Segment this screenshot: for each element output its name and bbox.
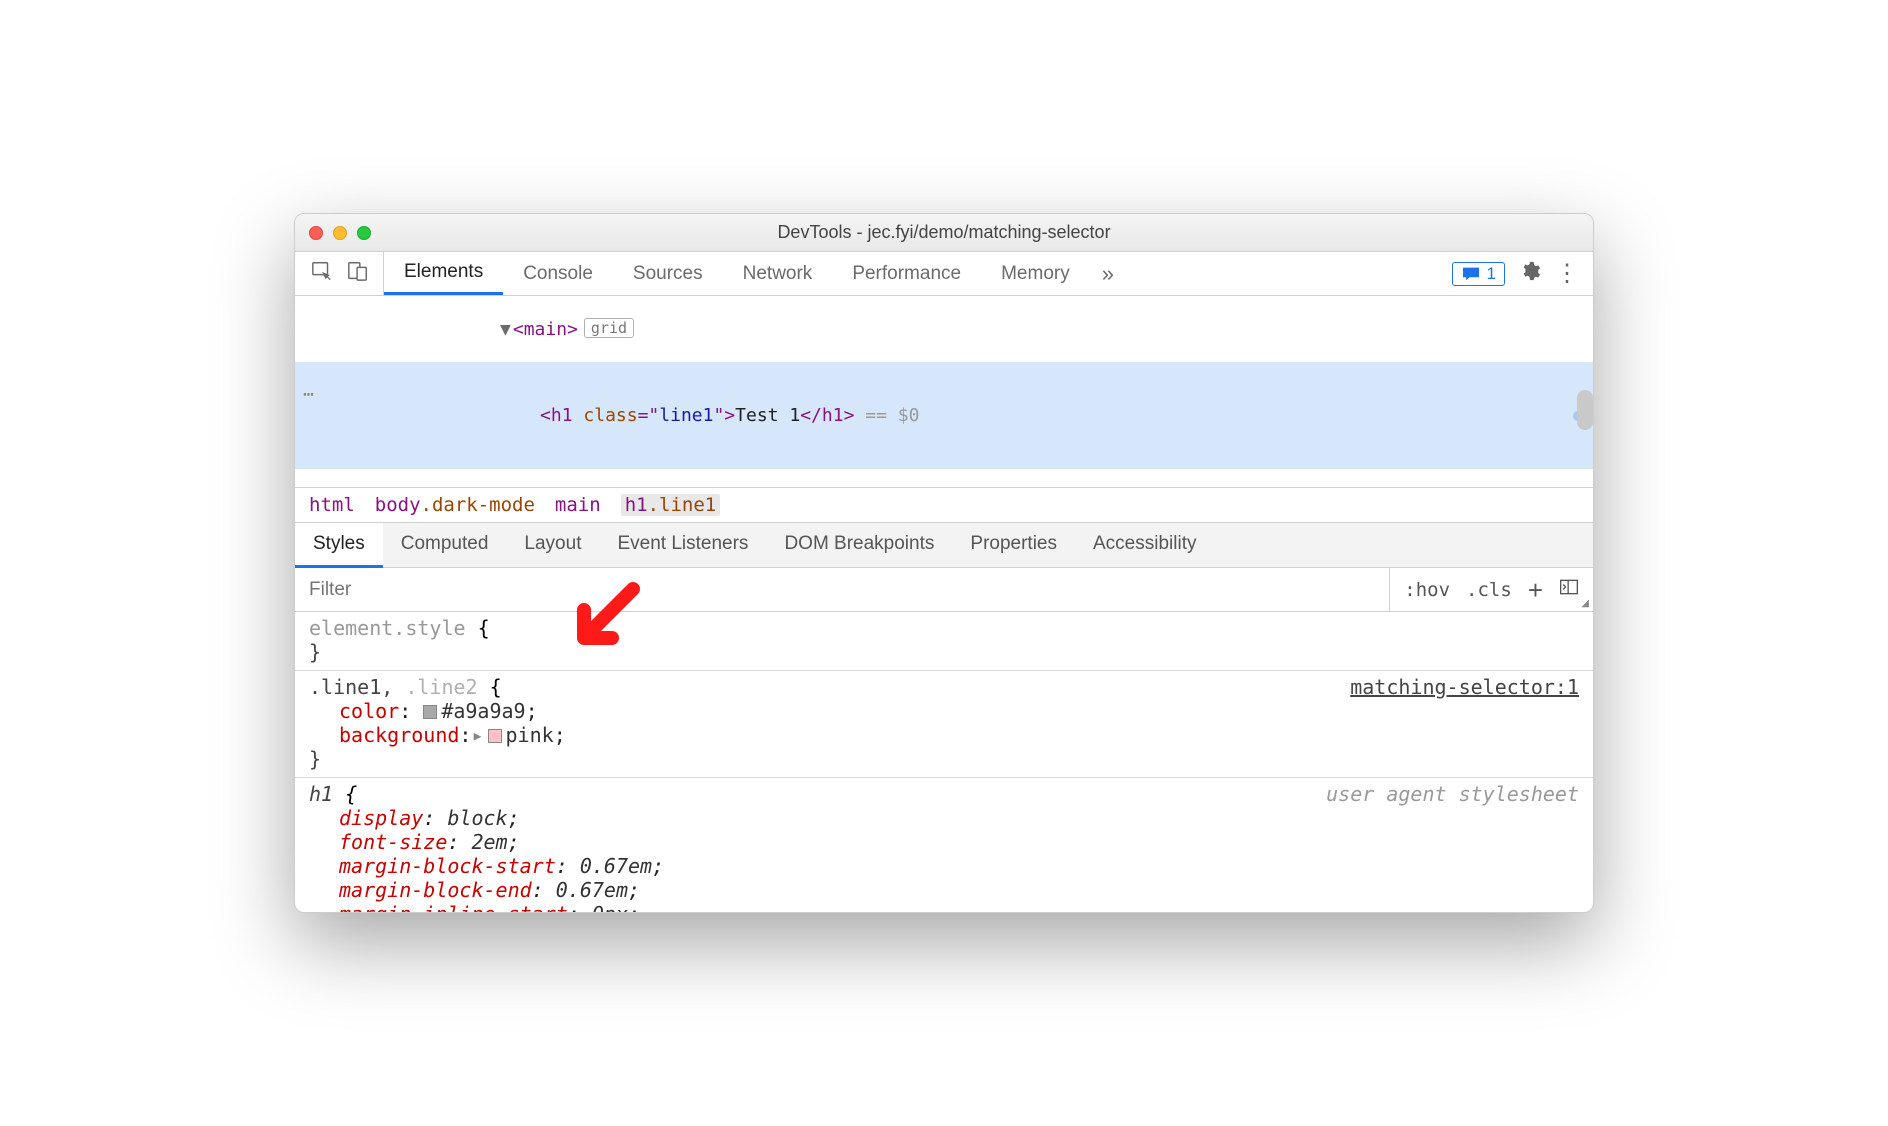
toggle-hov-button[interactable]: :hov — [1404, 579, 1450, 601]
settings-icon[interactable] — [1519, 260, 1541, 287]
dom-row-selected[interactable]: ⋯ <h1 class="line1">Test 1</h1> == $0 — [295, 362, 1593, 469]
dom-tree[interactable]: ▼<main>grid ⋯ <h1 class="line1">Test 1</… — [295, 296, 1593, 487]
styles-pane[interactable]: element.style { } .line1, .line2 { match… — [295, 612, 1593, 912]
scrollbar-thumb[interactable] — [1577, 390, 1593, 430]
subtab-dom-breakpoints[interactable]: DOM Breakpoints — [766, 523, 952, 567]
styles-filter-bar: :hov .cls + ◢ — [295, 568, 1593, 612]
layout-badge[interactable]: grid — [584, 318, 634, 338]
subtab-layout[interactable]: Layout — [506, 523, 599, 567]
resize-corner-icon[interactable]: ◢ — [1581, 598, 1589, 609]
window-title: DevTools - jec.fyi/demo/matching-selecto… — [295, 222, 1593, 243]
subtab-computed[interactable]: Computed — [383, 523, 507, 567]
zoom-window-button[interactable] — [357, 226, 371, 240]
device-toggle-icon[interactable] — [347, 260, 369, 287]
color-swatch[interactable] — [488, 729, 502, 743]
source-link[interactable]: matching-selector:1 — [1350, 675, 1579, 699]
expand-shorthand-icon[interactable]: ▸ — [471, 723, 483, 747]
subtab-properties[interactable]: Properties — [952, 523, 1075, 567]
main-toolbar: Elements Console Sources Network Perform… — [295, 252, 1593, 296]
rule-user-agent[interactable]: h1 { user agent stylesheet display: bloc… — [295, 778, 1593, 912]
rule-line1-line2[interactable]: .line1, .line2 { matching-selector:1 col… — [295, 671, 1593, 778]
subtab-event-listeners[interactable]: Event Listeners — [599, 523, 766, 567]
tab-elements[interactable]: Elements — [384, 252, 503, 295]
expand-caret-icon[interactable]: ▼ — [500, 319, 511, 340]
tab-console[interactable]: Console — [503, 252, 613, 295]
breadcrumb-item[interactable]: body.dark-mode — [375, 494, 535, 516]
ellipsis-icon[interactable]: ⋯ — [303, 384, 314, 405]
tab-memory[interactable]: Memory — [981, 252, 1090, 295]
breadcrumb-item[interactable]: html — [309, 494, 355, 516]
dom-row[interactable]: <h1 class="line2">Test 2</h1> — [295, 469, 1593, 487]
color-swatch[interactable] — [423, 705, 437, 719]
toggle-sidebar-icon[interactable] — [1559, 577, 1579, 603]
breadcrumb: html body.dark-mode main h1.line1 — [295, 487, 1593, 523]
user-agent-label: user agent stylesheet — [1326, 782, 1579, 806]
minimize-window-button[interactable] — [333, 226, 347, 240]
css-declaration: margin-block-end: 0.67em; — [309, 878, 1579, 902]
window-controls — [309, 226, 371, 240]
tab-sources[interactable]: Sources — [613, 252, 723, 295]
tabs-overflow-icon[interactable]: » — [1090, 252, 1126, 295]
styles-filter-input[interactable] — [295, 579, 1389, 601]
css-declaration[interactable]: background:▸pink; — [309, 723, 1579, 747]
subtab-accessibility[interactable]: Accessibility — [1075, 523, 1214, 567]
panel-tabs: Elements Console Sources Network Perform… — [383, 252, 1126, 295]
close-window-button[interactable] — [309, 226, 323, 240]
css-declaration: margin-inline-start: 0px; — [309, 902, 1579, 912]
css-declaration: margin-block-start: 0.67em; — [309, 854, 1579, 878]
subtab-styles[interactable]: Styles — [295, 523, 383, 568]
toggle-cls-button[interactable]: .cls — [1466, 579, 1512, 601]
css-declaration: font-size: 2em; — [309, 830, 1579, 854]
breadcrumb-item[interactable]: main — [555, 494, 601, 516]
tab-performance[interactable]: Performance — [832, 252, 981, 295]
tab-network[interactable]: Network — [723, 252, 833, 295]
css-declaration: display: block; — [309, 806, 1579, 830]
css-declaration[interactable]: color: #a9a9a9; — [309, 699, 1579, 723]
breadcrumb-item-selected[interactable]: h1.line1 — [621, 494, 721, 516]
rule-element-style[interactable]: element.style { } — [295, 612, 1593, 671]
dom-row-main[interactable]: ▼<main>grid — [295, 296, 1593, 362]
inspect-element-icon[interactable] — [311, 260, 333, 287]
console-messages-badge[interactable]: 1 — [1452, 262, 1505, 286]
devtools-window: DevTools - jec.fyi/demo/matching-selecto… — [294, 213, 1594, 913]
console-messages-count: 1 — [1487, 264, 1496, 284]
titlebar: DevTools - jec.fyi/demo/matching-selecto… — [295, 214, 1593, 252]
styles-subtabs: Styles Computed Layout Event Listeners D… — [295, 523, 1593, 568]
